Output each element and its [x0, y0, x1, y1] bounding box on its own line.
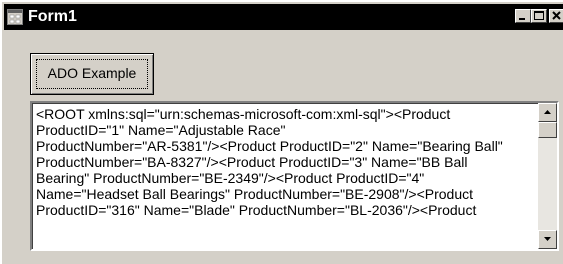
scroll-up-button[interactable]: [538, 103, 557, 122]
maximize-button[interactable]: [531, 9, 547, 23]
scroll-down-button[interactable]: [538, 230, 557, 249]
close-icon: [552, 11, 561, 20]
minimize-icon: [519, 18, 525, 20]
xml-output-line: <ROOT xmlns:sql="urn:schemas-microsoft-c…: [36, 106, 451, 122]
maximize-icon: [534, 11, 544, 20]
title-bar[interactable]: Form1: [4, 4, 563, 30]
scroll-thumb[interactable]: [538, 122, 557, 138]
xml-output-line: Name="Headset Ball Bearings" ProductNumb…: [36, 186, 474, 202]
arrow-down-icon: [544, 237, 551, 241]
xml-output-line: ProductID="316" Name="Blade" ProductNumb…: [36, 202, 477, 218]
arrow-up-icon: [544, 110, 551, 114]
ado-example-button-label: ADO Example: [47, 65, 137, 81]
xml-output-line: Bearing" ProductNumber="BE-2349"/><Produ…: [36, 170, 425, 186]
xml-output-text: <ROOT xmlns:sql="urn:schemas-microsoft-c…: [36, 106, 533, 248]
close-button[interactable]: [549, 9, 563, 23]
window-title: Form1: [28, 8, 77, 25]
xml-output-line: ProductID="1" Name="Adjustable Race": [36, 122, 286, 138]
xml-output-line: ProductNumber="BA-8327"/><Product Produc…: [36, 154, 468, 170]
xml-output-textbox[interactable]: <ROOT xmlns:sql="urn:schemas-microsoft-c…: [30, 101, 559, 251]
vertical-scrollbar[interactable]: [538, 103, 557, 249]
minimize-button[interactable]: [515, 9, 531, 23]
form-app-icon[interactable]: [7, 9, 23, 25]
xml-output-line: ProductNumber="AR-5381"/><Product Produc…: [36, 138, 503, 154]
ado-example-button[interactable]: ADO Example: [30, 53, 154, 95]
main-window: Form1 ADO Example <ROOT xmlns:sql="urn:s…: [0, 0, 563, 264]
